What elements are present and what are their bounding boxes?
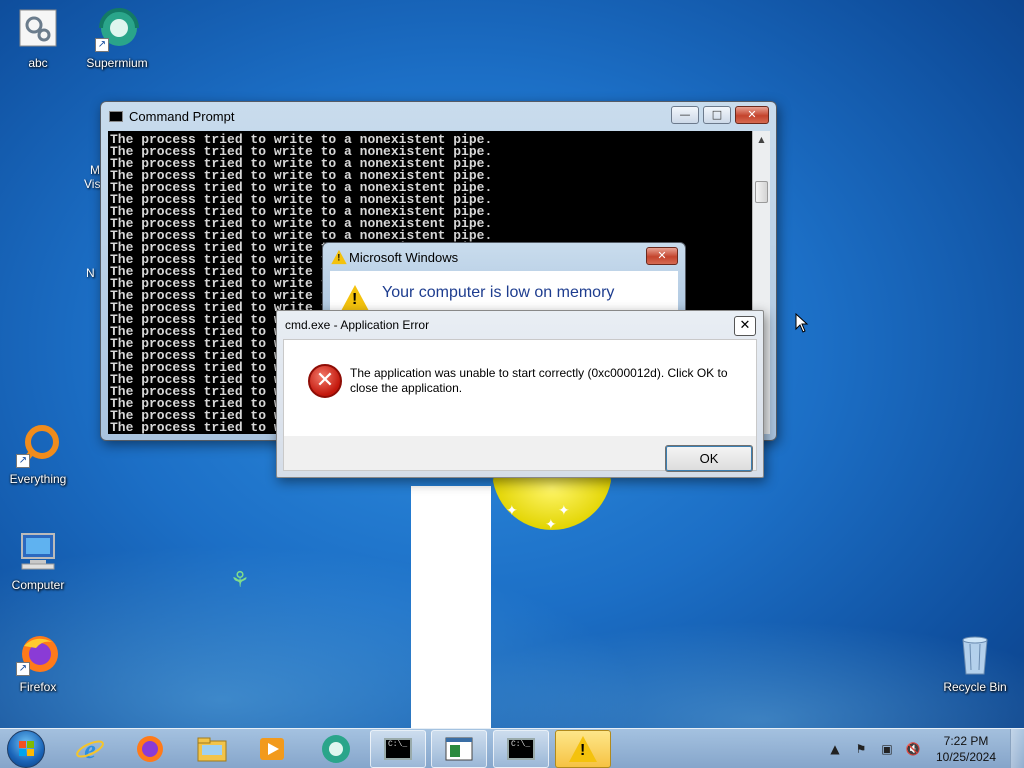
system-tray: ▲ ⚑ ▣ 🔇 7:22 PM 10/25/2024 bbox=[822, 729, 1024, 768]
desktop-icon-label: Everything bbox=[9, 472, 67, 486]
window-titlebar[interactable]: ! Microsoft Windows bbox=[323, 243, 685, 271]
sparkle-icon: ✦ bbox=[545, 517, 557, 533]
command-prompt-icon bbox=[109, 110, 123, 122]
command-prompt-icon: C:\_ bbox=[384, 738, 412, 760]
desktop-icon-label: abc bbox=[28, 56, 48, 70]
taskbar: e C:\_ C:\_ ! ▲ ⚑ ▣ 🔇 7:22 PM 10/25/2024 bbox=[0, 728, 1024, 768]
window-title: Microsoft Windows bbox=[349, 249, 459, 265]
desktop-icon-computer[interactable]: Computer bbox=[0, 530, 76, 592]
warning-icon: ! bbox=[569, 736, 597, 762]
windows-logo-icon bbox=[19, 741, 35, 757]
taskbar-command-prompt[interactable]: C:\_ bbox=[370, 730, 426, 768]
settings-file-icon bbox=[16, 8, 60, 52]
taskbar-media-player[interactable] bbox=[244, 730, 300, 768]
volume-muted-icon[interactable]: 🔇 bbox=[904, 740, 922, 758]
desktop-icon-firefox[interactable]: ↗ Firefox bbox=[0, 632, 76, 694]
taskbar-supermium[interactable] bbox=[308, 730, 364, 768]
window-titlebar[interactable]: cmd.exe - Application Error bbox=[277, 311, 763, 339]
shortcut-arrow-icon: ↗ bbox=[16, 454, 30, 468]
network-disconnected-icon[interactable]: ▣ bbox=[878, 740, 896, 758]
warning-icon: ! bbox=[341, 285, 369, 311]
show-hidden-icons-icon[interactable]: ▲ bbox=[826, 740, 844, 758]
clock-time: 7:22 PM bbox=[943, 734, 989, 748]
shortcut-arrow-icon: ↗ bbox=[95, 38, 109, 52]
command-prompt-icon: C:\_ bbox=[507, 738, 535, 760]
taskbar-warning-dialog[interactable]: ! bbox=[555, 730, 611, 768]
taskbar-window-app[interactable] bbox=[431, 730, 487, 768]
supermium-icon bbox=[322, 735, 350, 763]
desktop-partial-label: M bbox=[90, 163, 100, 177]
message-area: ✕ The application was unable to start co… bbox=[284, 340, 756, 436]
dialog-body: ✕ The application was unable to start co… bbox=[283, 339, 757, 472]
sparkle-icon: ✦ bbox=[558, 503, 570, 519]
desktop-icon-label: Recycle Bin bbox=[943, 680, 1007, 694]
scroll-thumb[interactable] bbox=[755, 181, 768, 203]
desktop-icon-everything[interactable]: ↗ Everything bbox=[0, 424, 76, 486]
maximize-button[interactable]: □ bbox=[703, 106, 731, 124]
everything-search-icon: ↗ bbox=[16, 424, 60, 468]
warning-icon: ! bbox=[331, 249, 347, 265]
desktop-icon-recycle-bin[interactable]: Recycle Bin bbox=[937, 632, 1013, 694]
desktop-icon-label: Supermium bbox=[86, 56, 148, 70]
desktop-icon-supermium[interactable]: ↗ Supermium bbox=[79, 8, 155, 70]
taskbar-command-prompt-2[interactable]: C:\_ bbox=[493, 730, 549, 768]
taskbar-file-explorer[interactable] bbox=[184, 730, 240, 768]
desktop-icon-label: Computer bbox=[11, 578, 65, 592]
sparkle-icon: ✦ bbox=[506, 503, 518, 519]
shortcut-arrow-icon: ↗ bbox=[16, 662, 30, 676]
memory-warning-message: Your computer is low on memory bbox=[382, 284, 615, 301]
show-desktop-button[interactable] bbox=[1010, 729, 1024, 768]
desktop-icon-label: Firefox bbox=[19, 680, 57, 694]
close-button[interactable]: ✕ bbox=[735, 106, 769, 124]
start-button[interactable] bbox=[7, 730, 45, 768]
application-error-dialog[interactable]: cmd.exe - Application Error ✕ ✕ The appl… bbox=[276, 310, 764, 478]
clock-date: 10/25/2024 bbox=[935, 750, 997, 764]
window-app-icon bbox=[445, 737, 473, 761]
scroll-up-button[interactable]: ▲ bbox=[753, 131, 770, 148]
firefox-icon: ↗ bbox=[16, 632, 60, 676]
clock[interactable]: 7:22 PM 10/25/2024 bbox=[926, 733, 1006, 765]
taskbar-internet-explorer[interactable]: e bbox=[62, 730, 118, 768]
recycle-bin-icon bbox=[953, 632, 997, 676]
computer-icon bbox=[16, 530, 60, 574]
taskbar-firefox[interactable] bbox=[122, 730, 178, 768]
desktop-partial-label: N bbox=[86, 266, 95, 280]
desktop-icon-abc[interactable]: abc bbox=[0, 8, 76, 70]
close-button[interactable]: ✕ bbox=[734, 316, 756, 336]
firefox-icon bbox=[137, 736, 163, 762]
error-message: The application was unable to start corr… bbox=[350, 366, 728, 395]
internet-explorer-icon: e bbox=[76, 735, 104, 764]
render-glitch-block bbox=[411, 486, 491, 728]
window-title: Command Prompt bbox=[129, 108, 235, 124]
ok-button[interactable]: OK bbox=[665, 445, 753, 472]
window-title: cmd.exe - Application Error bbox=[285, 318, 430, 332]
supermium-icon: ↗ bbox=[95, 8, 139, 52]
desktop-partial-label: Vis bbox=[84, 177, 101, 191]
minimize-button[interactable]: — bbox=[671, 106, 699, 124]
sparkle-icon: ⚘ bbox=[230, 568, 250, 593]
media-player-icon bbox=[260, 738, 284, 760]
error-icon: ✕ bbox=[308, 364, 342, 398]
action-center-flag-icon[interactable]: ⚑ bbox=[852, 740, 870, 758]
svg-text:e: e bbox=[84, 735, 96, 764]
mouse-cursor-icon bbox=[795, 313, 809, 333]
file-explorer-icon bbox=[197, 737, 227, 762]
close-button[interactable]: ✕ bbox=[646, 247, 678, 265]
